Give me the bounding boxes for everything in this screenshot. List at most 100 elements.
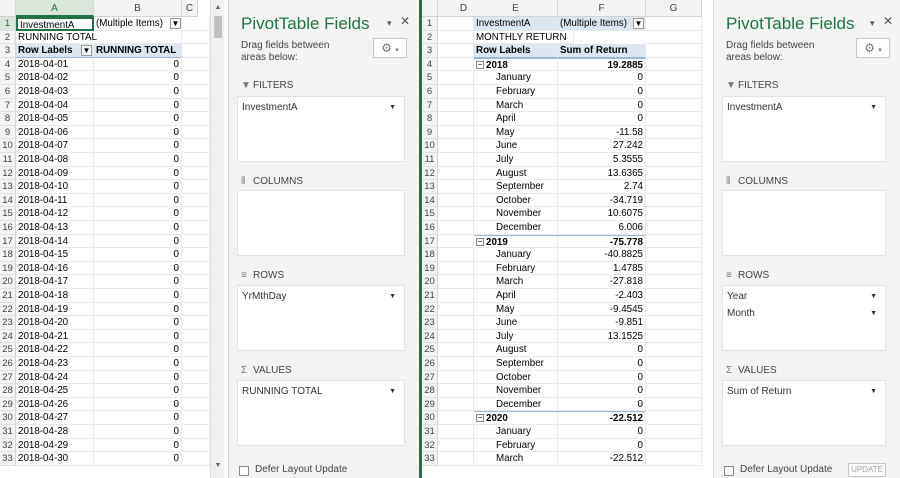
row-header[interactable]: 12 — [422, 166, 438, 181]
value-cell[interactable]: 0 — [94, 329, 182, 344]
month-label-cell[interactable]: March — [474, 452, 558, 466]
filters-drop-area[interactable]: InvestmentA ▼ — [237, 96, 405, 162]
row-label-cell[interactable]: 2018-04-04 — [16, 98, 94, 113]
row-header[interactable]: 16 — [0, 221, 16, 235]
empty-cell[interactable] — [182, 370, 210, 385]
row-label-cell[interactable]: 2018-04-05 — [16, 112, 94, 126]
row-label-cell[interactable]: 2018-04-18 — [16, 289, 94, 303]
row-label-cell[interactable]: 2018-04-09 — [16, 166, 94, 181]
month-label-cell[interactable]: May — [474, 302, 558, 317]
row-header[interactable]: 33 — [422, 452, 438, 466]
row-label-cell[interactable]: 2018-04-20 — [16, 316, 94, 330]
year-group-cell[interactable]: 2020 — [474, 411, 558, 425]
empty-cell[interactable] — [646, 139, 702, 153]
empty-cell[interactable] — [646, 370, 702, 385]
row-header[interactable]: 29 — [422, 397, 438, 412]
row-label-cell[interactable]: 2018-04-08 — [16, 153, 94, 167]
value-cell[interactable]: 0 — [94, 275, 182, 289]
empty-cell[interactable] — [182, 411, 210, 425]
row-header[interactable]: 8 — [0, 112, 16, 126]
value-cell[interactable]: 0 — [94, 248, 182, 262]
empty-cell[interactable] — [438, 125, 474, 140]
empty-cell[interactable] — [182, 234, 210, 249]
row-labels-header[interactable]: Row Labels — [474, 44, 558, 58]
empty-cell[interactable] — [182, 248, 210, 262]
empty-cell[interactable] — [438, 289, 474, 303]
value-cell[interactable]: 1.4785 — [558, 261, 646, 276]
empty-cell[interactable] — [646, 71, 702, 85]
row-label-cell[interactable]: 2018-04-16 — [16, 261, 94, 276]
dropdown-arrow-icon[interactable]: ▾ — [870, 18, 875, 29]
empty-cell[interactable] — [182, 125, 210, 140]
month-label-cell[interactable]: September — [474, 180, 558, 194]
month-label-cell[interactable]: February — [474, 438, 558, 453]
empty-cell[interactable] — [646, 166, 702, 181]
value-cell[interactable]: -11.58 — [558, 125, 646, 140]
row-header[interactable]: 3 — [0, 44, 16, 58]
month-label-cell[interactable]: November — [474, 207, 558, 221]
empty-cell[interactable] — [438, 221, 474, 235]
row-label-cell[interactable]: 2018-04-03 — [16, 85, 94, 99]
empty-cell[interactable] — [646, 207, 702, 221]
filter-funnel-icon[interactable]: ▼ — [170, 18, 181, 29]
month-label-cell[interactable]: January — [474, 425, 558, 439]
rows-drop-area[interactable]: Year ▼ Month ▼ — [722, 285, 886, 351]
column-header-c[interactable]: C — [182, 0, 198, 17]
value-cell[interactable]: -22.512 — [558, 411, 646, 425]
columns-drop-area[interactable] — [237, 190, 405, 256]
month-label-cell[interactable]: August — [474, 166, 558, 181]
row-header[interactable]: 30 — [0, 411, 16, 425]
dropdown-arrow-icon[interactable]: ▾ — [387, 18, 392, 29]
empty-cell[interactable] — [182, 85, 210, 99]
field-chip[interactable]: YrMthDay ▼ — [242, 289, 400, 304]
row-label-cell[interactable]: 2018-04-29 — [16, 438, 94, 453]
row-header[interactable]: 5 — [422, 71, 438, 85]
row-label-cell[interactable]: 2018-04-21 — [16, 329, 94, 344]
row-label-cell[interactable]: 2018-04-28 — [16, 425, 94, 439]
value-cell[interactable]: 0 — [94, 139, 182, 153]
empty-cell[interactable] — [438, 248, 474, 262]
empty-cell[interactable] — [438, 438, 474, 453]
month-label-cell[interactable]: January — [474, 71, 558, 85]
row-header[interactable]: 30 — [422, 411, 438, 425]
empty-cell[interactable] — [646, 57, 702, 72]
row-header[interactable]: 18 — [422, 248, 438, 262]
row-header[interactable]: 25 — [0, 343, 16, 357]
empty-cell[interactable] — [438, 85, 474, 99]
value-cell[interactable]: 0 — [558, 425, 646, 439]
row-header[interactable]: 31 — [422, 425, 438, 439]
empty-cell[interactable] — [646, 316, 702, 330]
value-cell[interactable]: 2.74 — [558, 180, 646, 194]
empty-cell[interactable] — [182, 329, 210, 344]
empty-cell[interactable] — [438, 425, 474, 439]
empty-cell[interactable] — [646, 397, 702, 412]
row-header[interactable]: 7 — [422, 98, 438, 113]
scroll-up-icon[interactable]: ▲ — [211, 2, 225, 14]
row-header[interactable]: 18 — [0, 248, 16, 262]
value-cell[interactable]: 0 — [558, 85, 646, 99]
empty-cell[interactable] — [182, 289, 210, 303]
right-worksheet[interactable]: D E F G 1 2 3 4 5 6 7 8 9 10 11 12 13 14 15 16 17 18 19 20 2… — [422, 0, 713, 478]
row-header[interactable]: 24 — [0, 329, 16, 344]
update-button[interactable]: UPDATE — [848, 463, 886, 477]
chevron-down-icon[interactable]: ▼ — [389, 100, 396, 115]
row-header[interactable]: 15 — [422, 207, 438, 221]
row-header[interactable]: 1 — [0, 17, 16, 31]
filter-dropdown-icon[interactable]: ▼ — [81, 45, 92, 57]
row-header[interactable]: 8 — [422, 112, 438, 126]
empty-cell[interactable] — [646, 125, 702, 140]
value-cell[interactable]: 0 — [94, 71, 182, 85]
year-group-cell[interactable]: 2019 — [474, 234, 558, 249]
row-header[interactable]: 23 — [422, 316, 438, 330]
column-header-f[interactable]: F — [558, 0, 646, 17]
month-label-cell[interactable]: March — [474, 275, 558, 289]
empty-cell[interactable] — [646, 221, 702, 235]
value-cell[interactable]: 0 — [94, 166, 182, 181]
row-header[interactable]: 2 — [0, 30, 16, 45]
row-header[interactable]: 19 — [0, 261, 16, 276]
value-cell[interactable]: 0 — [94, 261, 182, 276]
row-label-cell[interactable]: 2018-04-02 — [16, 71, 94, 85]
empty-cell[interactable] — [182, 207, 210, 221]
month-label-cell[interactable]: April — [474, 112, 558, 126]
value-cell[interactable]: 0 — [558, 71, 646, 85]
